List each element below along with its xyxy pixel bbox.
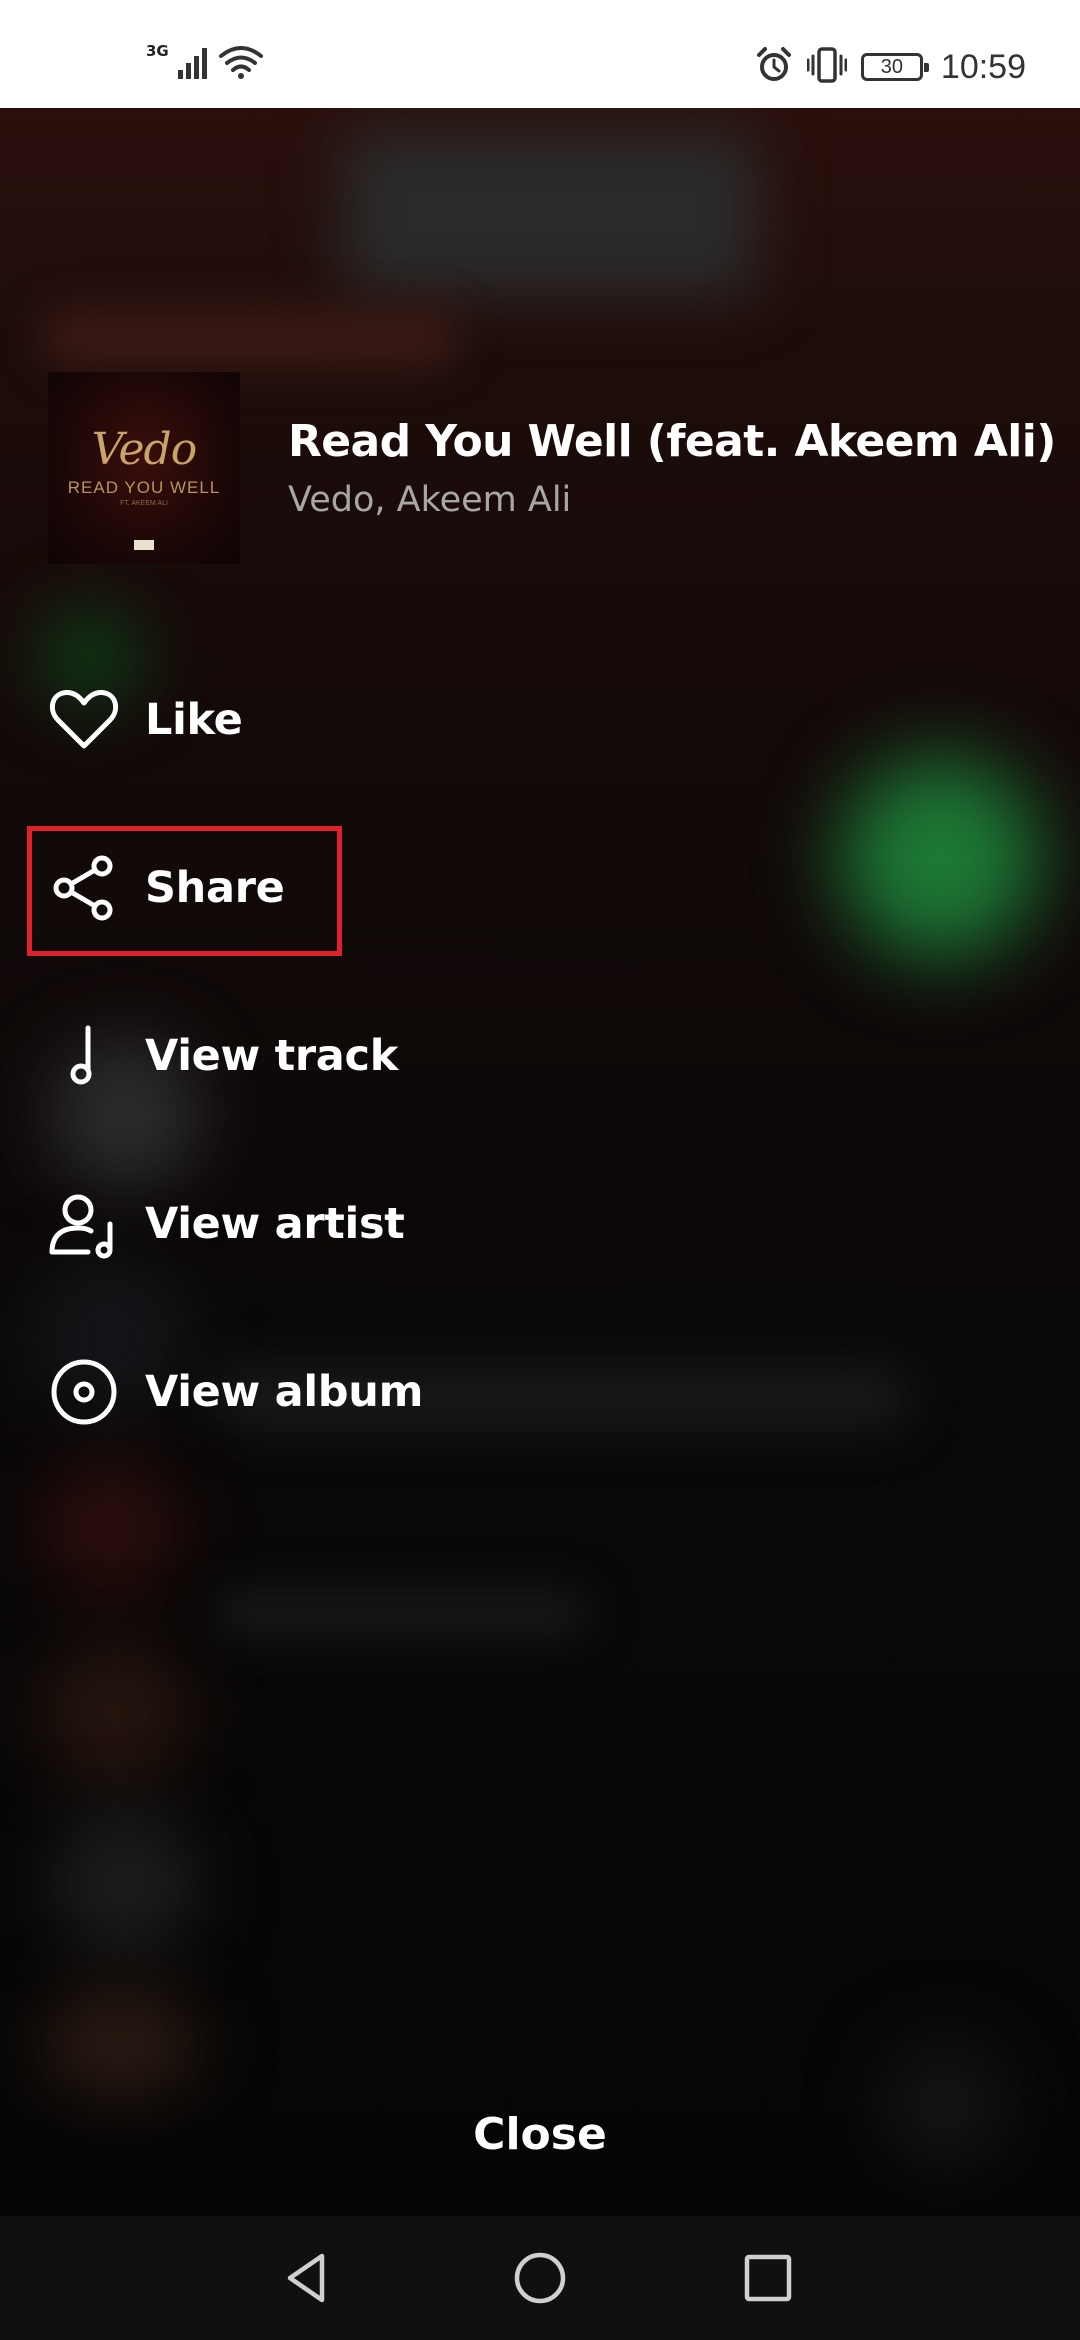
cover-title-text: READ YOU WELL	[67, 478, 221, 497]
vibrate-icon	[806, 46, 848, 88]
cover-feat-text: FT. AKEEM ALI	[120, 500, 168, 507]
menu-item-view-track[interactable]: View track	[48, 1016, 398, 1096]
track-artists: Vedo, Akeem Ali	[288, 480, 572, 520]
status-bar-left: 3G	[146, 40, 263, 84]
close-button[interactable]: Close	[440, 2100, 640, 2170]
cover-artist-text: Vedo	[91, 424, 197, 475]
share-highlight-box	[27, 826, 342, 956]
menu-item-like[interactable]: Like	[48, 680, 243, 760]
track-header: Vedo READ YOU WELL FT. AKEEM ALI Read Yo…	[48, 372, 1056, 564]
album-cover: Vedo READ YOU WELL FT. AKEEM ALI	[48, 372, 240, 564]
menu-item-view-album[interactable]: View album	[48, 1352, 423, 1432]
navigation-bar	[0, 2216, 1080, 2340]
status-time: 10:59	[940, 47, 1026, 86]
explicit-badge	[134, 540, 154, 550]
home-icon[interactable]	[508, 2246, 572, 2310]
alarm-icon	[755, 46, 793, 88]
heart-icon	[48, 684, 120, 756]
wifi-icon	[218, 44, 263, 84]
signal-icon	[177, 46, 211, 84]
screen: 3G 30 10:59 Vedo READ YOU WELL FT. AKEEM…	[0, 0, 1080, 2340]
menu-label-like: Like	[145, 695, 243, 745]
album-icon	[48, 1356, 120, 1428]
track-title: Read You Well (feat. Akeem Ali)	[288, 416, 1056, 467]
network-type-label: 3G	[146, 42, 169, 60]
menu-label-view-artist: View artist	[145, 1199, 405, 1249]
status-bar-right: 30 10:59	[755, 40, 1026, 94]
back-icon[interactable]	[276, 2246, 340, 2310]
menu-label-view-track: View track	[145, 1031, 398, 1081]
artist-icon	[48, 1188, 120, 1260]
status-bar: 3G 30 10:59	[0, 0, 1080, 108]
menu-item-view-artist[interactable]: View artist	[48, 1184, 405, 1264]
battery-indicator: 30	[860, 53, 929, 81]
recents-icon[interactable]	[736, 2246, 800, 2310]
menu-label-view-album: View album	[145, 1367, 424, 1417]
music-note-icon	[48, 1020, 120, 1092]
